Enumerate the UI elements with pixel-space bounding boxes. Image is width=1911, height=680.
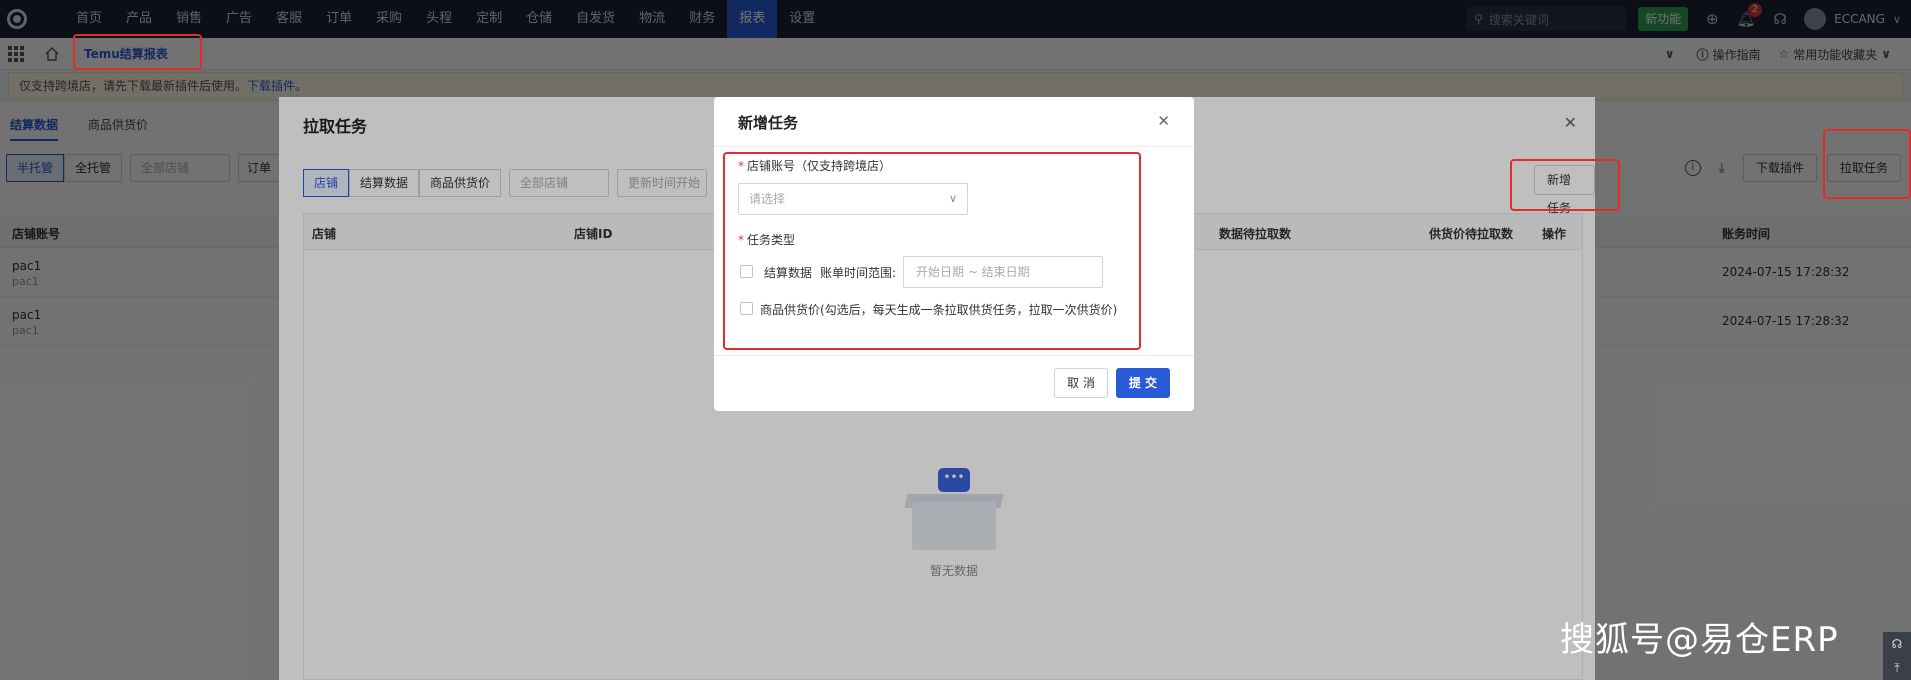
settlement-checkbox[interactable] <box>740 265 753 278</box>
close-icon[interactable]: ✕ <box>1157 112 1170 130</box>
cancel-button[interactable]: 取 消 <box>1054 368 1108 398</box>
task-type-label: * 任务类型 <box>738 233 796 247</box>
new-dialog-title: 新增任务 <box>738 114 799 132</box>
submit-button[interactable]: 提 交 <box>1115 368 1170 398</box>
watermark: 搜狐号@易仓ERP <box>1560 620 1839 660</box>
store-account-label: * 店铺账号（仅支持跨境店） <box>738 159 892 173</box>
date-range-input[interactable]: 开始日期 ~ 结束日期 <box>903 256 1103 288</box>
store-account-select[interactable]: 请选择 ∨ <box>738 183 968 215</box>
new-task-dialog: 新增任务 ✕ * 店铺账号（仅支持跨境店） 请选择 ∨ * 任务类型 结算数据 账单… <box>714 97 1194 411</box>
support-icon[interactable]: ☊ ⤒ <box>1883 632 1911 680</box>
supply-price-checkbox[interactable] <box>740 302 753 315</box>
new-dialog-header: 新增任务 ✕ <box>714 97 1194 147</box>
bill-range-label: 账单时间范围: <box>820 266 897 280</box>
supply-price-option-label[interactable]: 商品供货价(勾选后，每天生成一条拉取供货任务，拉取一次供货价) <box>760 301 1117 318</box>
chevron-down-icon: ∨ <box>948 192 957 205</box>
new-dialog-footer: 取 消 提 交 <box>714 355 1194 411</box>
settlement-option-label[interactable]: 结算数据 <box>764 264 812 281</box>
